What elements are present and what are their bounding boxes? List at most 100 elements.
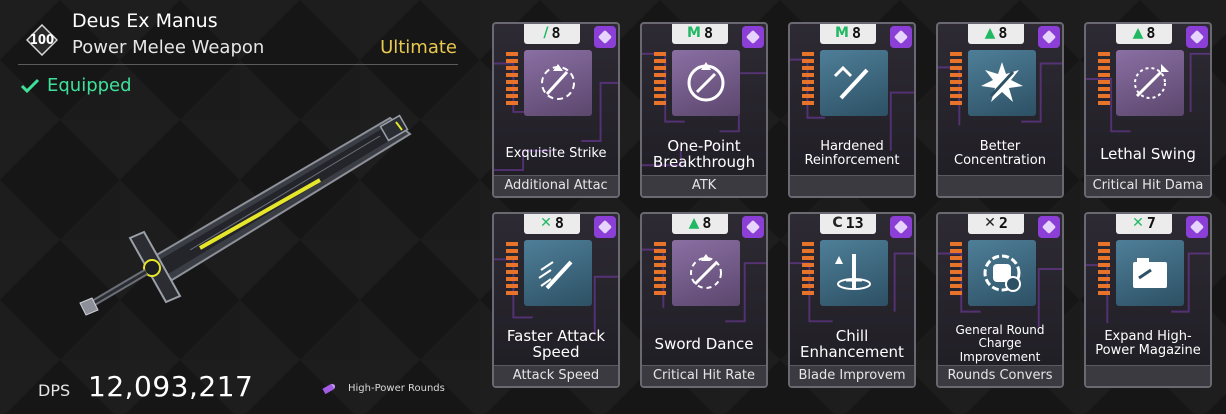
- equipped-label: Equipped: [47, 75, 132, 96]
- mod-card-sword-dance[interactable]: ▲ 8 Sword Dance Critical Hit Rate: [640, 212, 768, 388]
- mod-effect: Additional Attac: [494, 175, 618, 196]
- slot-type-icon: [594, 26, 616, 48]
- mod-card-hardened-reinforcement[interactable]: M8 Hardened Reinforcement: [788, 22, 916, 198]
- mod-name: One-Point Breakthrough: [652, 136, 756, 171]
- chill-sword-icon: [820, 240, 888, 306]
- mod-effect: Blade Improvem: [790, 365, 914, 386]
- socket-triangle-icon: ▲: [688, 215, 700, 231]
- socket-m-icon: M: [835, 25, 849, 41]
- sword-dance-icon: [672, 240, 740, 306]
- mod-card-chill-enhancement[interactable]: C 13 Chill Enhancement Blade Improvem: [788, 212, 916, 388]
- slot-type-icon: [742, 216, 764, 238]
- slot-type-icon: [594, 216, 616, 238]
- slot-type-icon: [1186, 26, 1208, 48]
- title-divider: [18, 64, 458, 65]
- socket-m-icon: M: [687, 25, 701, 41]
- socket-slash-icon: /: [543, 25, 549, 41]
- weapon-level: 100: [29, 32, 55, 48]
- weapon-type: Power Melee Weapon: [72, 37, 265, 58]
- socket-x-icon: ✕: [1132, 215, 1144, 231]
- capacity-bars: [802, 52, 814, 105]
- slot-type-icon: [890, 216, 912, 238]
- checkmark-icon: [20, 78, 40, 93]
- equipped-status: Equipped: [20, 75, 132, 96]
- capacity-bars: [950, 52, 962, 105]
- mod-cost: 7: [1146, 214, 1156, 232]
- breakthrough-icon: [672, 50, 740, 116]
- capacity-bars: [1098, 242, 1110, 295]
- mod-name: Exquisite Strike: [505, 145, 607, 161]
- mod-card-faster-attack-speed[interactable]: ✕ 8 Faster Attack Speed Attack Speed: [492, 212, 620, 388]
- mod-cost-tab: ▲ 8: [968, 24, 1024, 44]
- slot-type-icon: [1186, 216, 1208, 238]
- weapon-name: Deus Ex Manus: [72, 10, 218, 32]
- mod-effect: [790, 175, 914, 196]
- mod-cost: 2: [998, 214, 1008, 232]
- mod-name: General Round Charge Improvement: [955, 323, 1045, 364]
- socket-triangle-icon: ▲: [1132, 25, 1144, 41]
- mod-card-one-point-breakthrough[interactable]: M8 One-Point Breakthrough ATK: [640, 22, 768, 198]
- capacity-bars: [1098, 52, 1110, 105]
- socket-x-icon: ✕: [984, 215, 996, 231]
- socket-x-icon: ✕: [540, 215, 552, 231]
- weapon-rarity: Ultimate: [380, 37, 457, 58]
- mod-cost-tab: ✕ 2: [968, 214, 1024, 234]
- mod-grid: /8 Exquisite Strike Additional Attac M8 …: [490, 22, 1226, 392]
- dps-label: DPS: [38, 381, 71, 400]
- mod-effect: Critical Hit Rate: [642, 365, 766, 386]
- mod-effect: Critical Hit Dama: [1086, 175, 1210, 196]
- slot-type-icon: [1038, 216, 1060, 238]
- mod-cost-tab: C 13: [820, 214, 876, 234]
- sword-chevron-icon: [820, 50, 888, 116]
- mod-name: Faster Attack Speed: [506, 326, 606, 361]
- sword-image: [79, 114, 412, 316]
- weapon-panel: 100 Deus Ex Manus Power Melee Weapon Ult…: [0, 0, 470, 414]
- mod-cost: 8: [703, 24, 713, 42]
- mod-card-exquisite-strike[interactable]: /8 Exquisite Strike Additional Attac: [492, 22, 620, 198]
- capacity-bars: [654, 242, 666, 295]
- level-badge: 100: [26, 24, 58, 56]
- socket-triangle-icon: ▲: [984, 25, 996, 41]
- mod-name: Expand High-Power Magazine: [1095, 328, 1201, 358]
- mod-cost-tab: /8: [524, 24, 580, 44]
- mod-card-expand-high-power-magazine[interactable]: ✕ 7 Expand High-Power Magazine: [1084, 212, 1212, 388]
- ammo-type: High-Power Rounds: [320, 381, 445, 395]
- mod-cost: 8: [554, 214, 564, 232]
- mod-name: Hardened Reinforcement: [804, 138, 900, 168]
- mod-effect: [1086, 365, 1210, 386]
- mod-name: Chill Enhancement: [800, 326, 904, 361]
- magazine-icon: [1116, 240, 1184, 306]
- mod-cost-tab: M8: [820, 24, 876, 44]
- capacity-bars: [950, 242, 962, 295]
- mod-name: Better Concentration: [954, 138, 1046, 168]
- mod-cost: 8: [1146, 24, 1156, 42]
- mod-effect: Attack Speed: [494, 365, 618, 386]
- slot-type-icon: [890, 26, 912, 48]
- capacity-bars: [506, 242, 518, 295]
- lethal-swing-icon: [1116, 50, 1184, 116]
- attack-speed-icon: [524, 240, 592, 306]
- mod-cost: 8: [551, 24, 561, 42]
- capacity-bars: [654, 52, 666, 105]
- high-power-rounds-icon: [322, 383, 336, 395]
- mod-cost-tab: ▲ 8: [672, 214, 728, 234]
- mod-name: Sword Dance: [654, 334, 754, 353]
- round-charge-icon: [968, 240, 1036, 306]
- socket-c-icon: C: [832, 215, 843, 231]
- mod-card-general-round-charge-improvement[interactable]: ✕ 2 General Round Charge Improvement Roun…: [936, 212, 1064, 388]
- mod-cost-tab: ✕ 8: [524, 214, 580, 234]
- mod-card-lethal-swing[interactable]: ▲ 8 Lethal Swing Critical Hit Dama: [1084, 22, 1212, 198]
- mod-effect: [938, 175, 1062, 196]
- mod-cost: 8: [702, 214, 712, 232]
- concentration-icon: [968, 50, 1036, 116]
- capacity-bars: [802, 242, 814, 295]
- dps-value: 12,093,217: [88, 370, 254, 403]
- mod-name: Lethal Swing: [1100, 144, 1196, 163]
- exquisite-strike-icon: [524, 50, 592, 116]
- mod-cost-tab: ✕ 7: [1116, 214, 1172, 234]
- mod-card-better-concentration[interactable]: ▲ 8 Better Concentration: [936, 22, 1064, 198]
- slot-type-icon: [742, 26, 764, 48]
- mod-cost: 8: [851, 24, 861, 42]
- slot-type-icon: [1038, 26, 1060, 48]
- mod-cost: 8: [998, 24, 1008, 42]
